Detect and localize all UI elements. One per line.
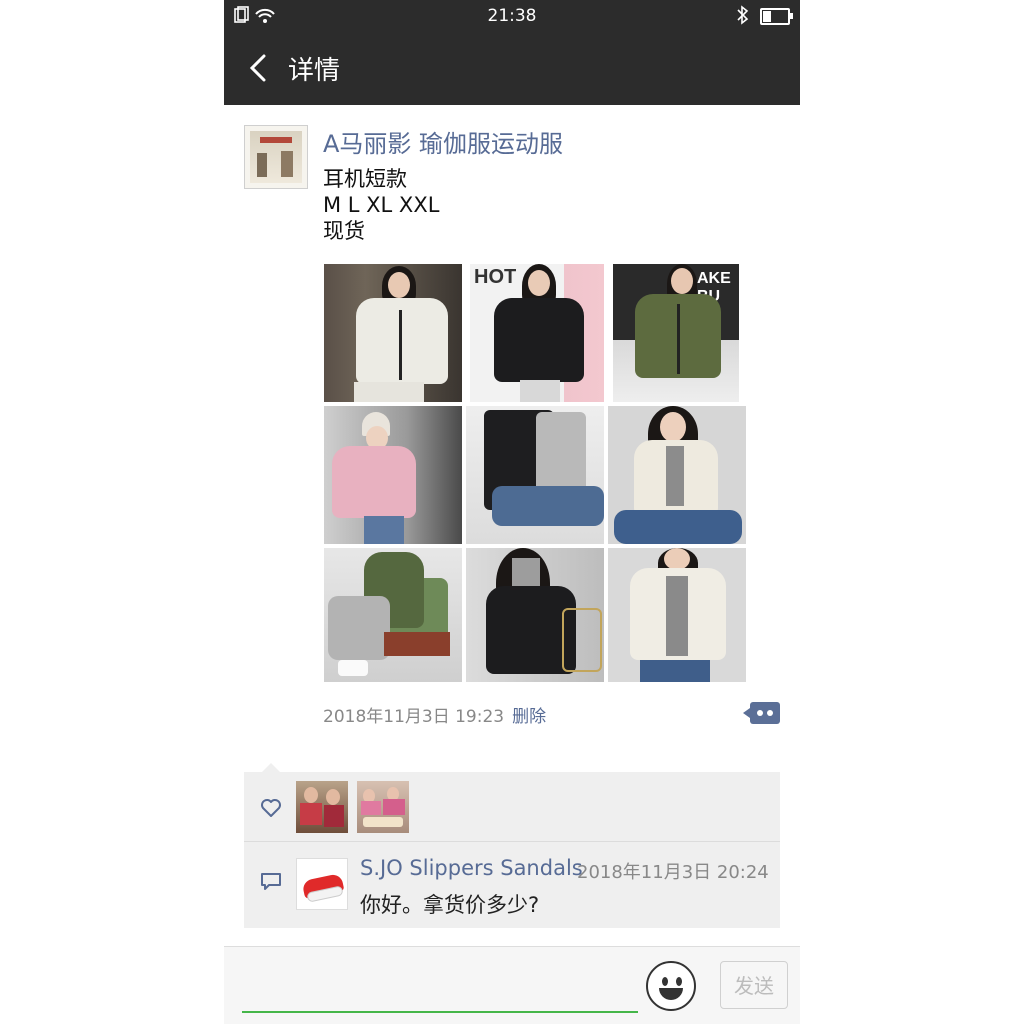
title-bar: 详情 (224, 32, 800, 105)
comment-icon (261, 873, 281, 890)
post-photo[interactable] (466, 406, 604, 544)
battery-level (763, 11, 771, 22)
likes-comments-panel: S.JO Slippers Sandals 2018年11月3日 20:24 你… (244, 763, 780, 928)
post-photo[interactable] (608, 406, 746, 544)
back-icon[interactable] (244, 52, 274, 84)
post-photo[interactable] (324, 548, 462, 682)
phone-screen: 21:38 详情 A马丽影 瑜伽服运动服 耳机短款 M L XL XXL 现货 (224, 0, 800, 1024)
post-photo[interactable] (324, 406, 462, 544)
post-photo[interactable]: HOT (470, 264, 604, 402)
comment-action-button[interactable] (743, 702, 780, 724)
heart-icon (261, 799, 281, 817)
delete-link[interactable]: 删除 (512, 707, 546, 727)
status-bar: 21:38 (224, 0, 800, 32)
post-photo[interactable] (324, 264, 462, 402)
post-text-line: 现货 (323, 219, 365, 243)
post-text-line: M L XL XXL (323, 193, 440, 217)
post-timestamp: 2018年11月3日 19:23 (323, 707, 505, 727)
post-author[interactable]: A马丽影 瑜伽服运动服 (323, 124, 563, 159)
send-button[interactable]: 发送 (720, 961, 788, 1009)
divider (244, 841, 780, 842)
emoji-icon[interactable] (646, 961, 696, 1011)
post-text: 耳机短款 M L XL XXL 现货 (323, 166, 439, 244)
comment-input[interactable] (242, 965, 638, 1013)
liker-avatar[interactable] (357, 781, 409, 833)
post-photo[interactable] (608, 548, 746, 682)
liker-avatar[interactable] (296, 781, 348, 833)
comment-text[interactable]: 你好。拿货价多少? (360, 889, 539, 919)
comment-time: 2018年11月3日 20:24 (577, 862, 769, 883)
status-time: 21:38 (487, 6, 537, 26)
comment-input-bar: 发送 (224, 946, 800, 1024)
post-text-line: 耳机短款 (323, 167, 407, 191)
author-avatar[interactable] (244, 125, 308, 189)
commenter-name[interactable]: S.JO Slippers Sandals (360, 856, 583, 880)
post-photo[interactable]: AKE BU (613, 264, 739, 402)
commenter-avatar[interactable] (296, 858, 348, 910)
post-photo[interactable] (466, 548, 604, 682)
post-meta: 2018年11月3日 19:23 删除 (323, 702, 546, 727)
bluetooth-icon (736, 5, 750, 29)
battery-icon (760, 8, 793, 25)
page-title: 详情 (288, 56, 341, 86)
